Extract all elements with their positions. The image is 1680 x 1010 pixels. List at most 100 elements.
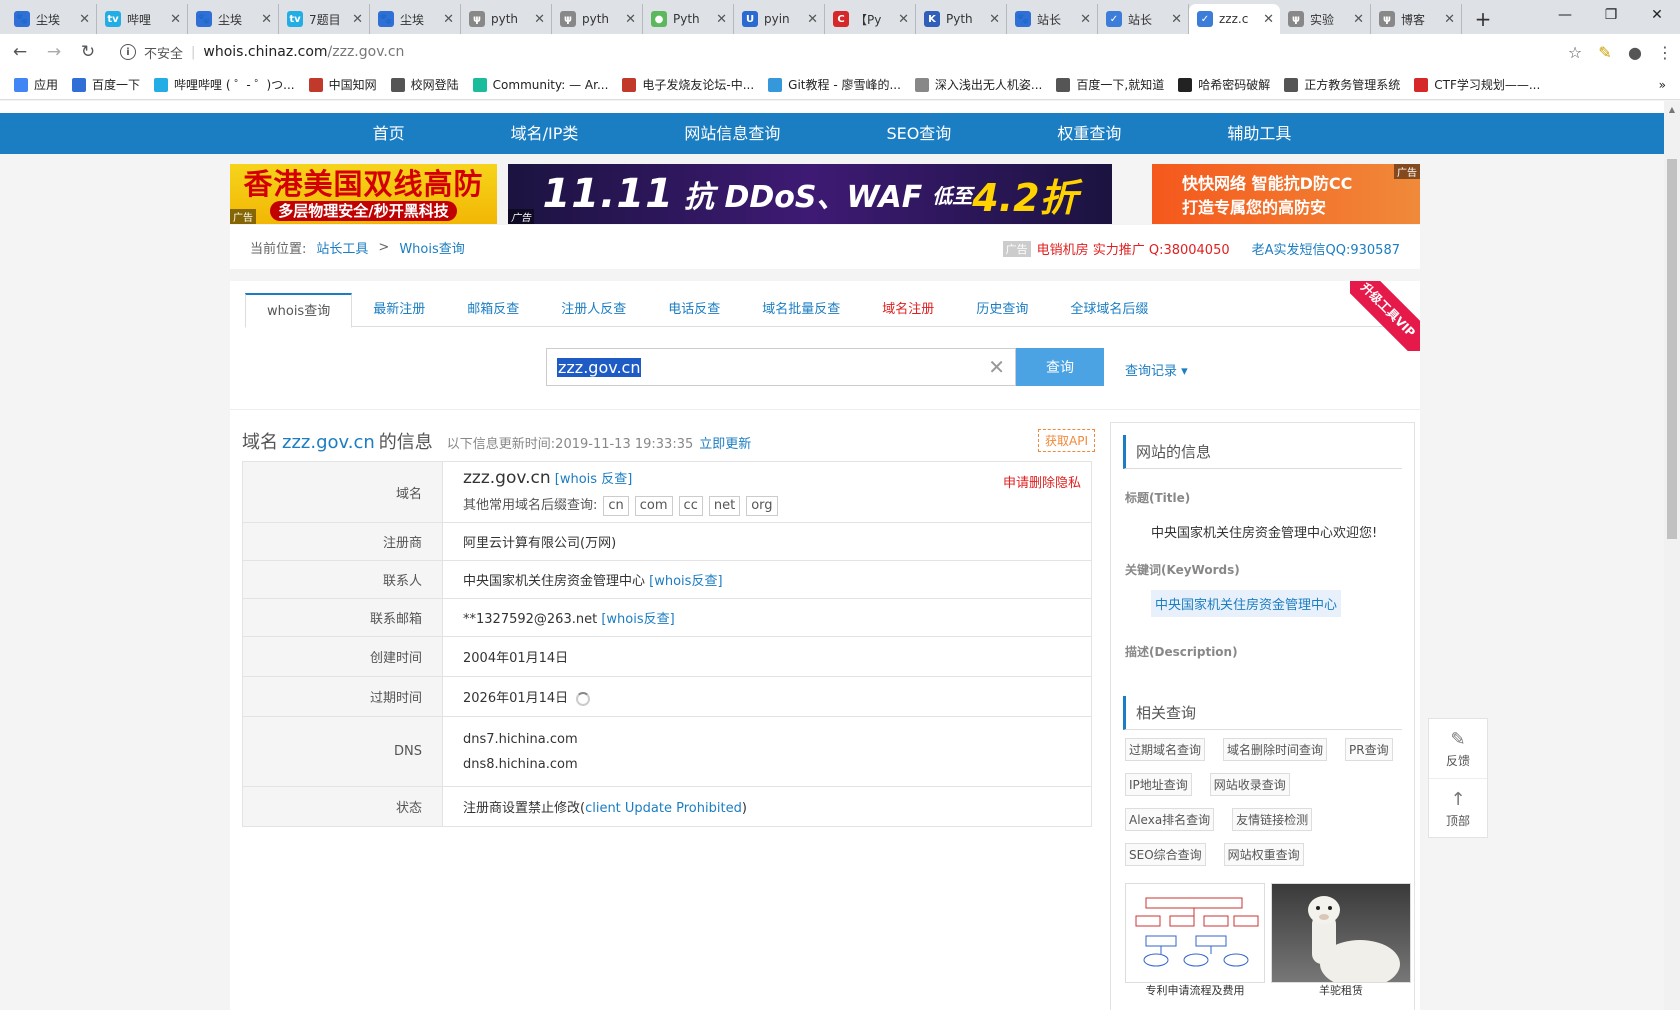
related-link[interactable]: 网站权重查询 [1223, 843, 1304, 866]
tab-close-icon[interactable]: ✕ [534, 12, 545, 27]
browser-tab[interactable]: tv 7题目 ✕ [279, 4, 370, 34]
related-link[interactable]: Alexa排名查询 [1125, 808, 1215, 831]
email-whois-reverse-link[interactable]: [whois反查] [601, 612, 674, 627]
tab-close-icon[interactable]: ✕ [1353, 12, 1364, 27]
related-link[interactable]: 网站收录查询 [1209, 773, 1290, 796]
breadcrumb-current[interactable]: Whois查询 [399, 238, 464, 257]
tab-close-icon[interactable]: ✕ [79, 12, 90, 27]
subtab[interactable]: 注册人反查 [540, 293, 647, 327]
extension-icon[interactable]: ✎ [1590, 38, 1620, 66]
vip-ribbon[interactable]: 升级工具VIP [1350, 281, 1420, 351]
tab-close-icon[interactable]: ✕ [170, 12, 181, 27]
related-link[interactable]: 友情链接检测 [1232, 808, 1313, 831]
tab-close-icon[interactable]: ✕ [807, 12, 818, 27]
browser-tab[interactable]: K Pyth ✕ [916, 4, 1007, 34]
tab-close-icon[interactable]: ✕ [1080, 12, 1091, 27]
minimize-button[interactable]: — [1542, 0, 1588, 30]
search-button[interactable]: 查询 [1016, 348, 1104, 386]
scroll-thumb[interactable] [1667, 159, 1677, 539]
page-scrollbar[interactable]: ▲ [1664, 101, 1680, 1010]
thumb-alpaca[interactable]: 羊驼租赁 [1271, 883, 1411, 999]
promo-red-link[interactable]: 电销机房 实力推广 Q:38004050 [1037, 239, 1230, 258]
browser-tab[interactable]: ψ pyth ✕ [461, 4, 552, 34]
nav-item[interactable]: SEO查询 [833, 113, 1004, 154]
suffix-link[interactable]: cn [603, 496, 629, 516]
browser-tab[interactable]: ψ pyth ✕ [552, 4, 643, 34]
subtab[interactable]: 电话反查 [647, 293, 741, 327]
bookmark-item[interactable]: CTF学习规划——... [1414, 76, 1540, 93]
bookmarks-overflow-icon[interactable]: » [1659, 78, 1666, 92]
feedback-button[interactable]: ✎ 反馈 [1429, 719, 1487, 779]
subtab[interactable]: 历史查询 [955, 293, 1049, 327]
browser-tab[interactable]: C 【Py ✕ [825, 4, 916, 34]
subtab[interactable]: 域名批量反查 [741, 293, 861, 327]
related-link[interactable]: SEO综合查询 [1125, 843, 1206, 866]
subtab[interactable]: 域名注册 [861, 293, 955, 327]
update-now-link[interactable]: 立即更新 [699, 433, 751, 452]
bookmark-item[interactable]: 电子发烧友论坛-中... [622, 76, 754, 93]
profile-avatar-icon[interactable]: ● [1620, 38, 1650, 66]
bookmark-item[interactable]: 哔哩哔哩 ( ゜- ゜)つ... [154, 76, 295, 93]
bookmark-item[interactable]: Git教程 - 廖雪峰的... [768, 76, 901, 93]
tab-close-icon[interactable]: ✕ [1444, 12, 1455, 27]
thumb-patent[interactable]: 专利申请流程及费用 [1125, 883, 1265, 999]
tab-close-icon[interactable]: ✕ [625, 12, 636, 27]
tab-close-icon[interactable]: ✕ [1171, 12, 1182, 27]
suffix-link[interactable]: net [708, 496, 741, 516]
suffix-link[interactable]: com [634, 496, 673, 516]
nav-item[interactable]: 首页 [320, 113, 458, 154]
tab-close-icon[interactable]: ✕ [989, 12, 1000, 27]
bookmark-item[interactable]: 应用 [14, 76, 58, 93]
browser-tab[interactable]: ✓ 站长 ✕ [1098, 4, 1189, 34]
related-link[interactable]: 域名删除时间查询 [1223, 738, 1328, 761]
browser-tab[interactable]: ψ 实验 ✕ [1280, 4, 1371, 34]
tab-close-icon[interactable]: ✕ [1263, 12, 1274, 27]
subtab[interactable]: 邮箱反查 [446, 293, 540, 327]
subtab[interactable]: whois查询 [245, 293, 353, 328]
subtab[interactable]: 最新注册 [352, 293, 446, 327]
info-icon[interactable]: i [120, 44, 136, 60]
bookmark-item[interactable]: 百度一下,就知道 [1056, 76, 1164, 93]
browser-tab[interactable]: ● Pyth ✕ [643, 4, 734, 34]
domain-whois-reverse-link[interactable]: [whois 反查] [555, 472, 633, 487]
breadcrumb-link-tools[interactable]: 站长工具 [316, 238, 368, 257]
suffix-link[interactable]: cc [678, 496, 703, 516]
ad-banner-kuaikuai[interactable]: 快快网络 智能抗D防CC 打造专属您的高防安 广告 [1152, 164, 1420, 224]
subtab[interactable]: 全球域名后缀 [1049, 293, 1169, 327]
clear-icon[interactable]: ✕ [988, 355, 1005, 379]
nav-item[interactable]: 域名/IP类 [458, 113, 632, 154]
browser-tab[interactable]: 🐾 站长 ✕ [1007, 4, 1098, 34]
bookmark-item[interactable]: 校网登陆 [390, 76, 459, 93]
tab-close-icon[interactable]: ✕ [443, 12, 454, 27]
tab-close-icon[interactable]: ✕ [898, 12, 909, 27]
bookmark-item[interactable]: Community: — Ar... [472, 77, 608, 92]
bookmark-item[interactable]: 哈希密码破解 [1178, 76, 1270, 93]
contact-whois-reverse-link[interactable]: [whois反查] [649, 574, 722, 589]
maximize-button[interactable]: ❐ [1588, 0, 1634, 30]
ad-banner-ddos[interactable]: 11.11 抗 DDoS、WAF 低至 4.2折 广告 [508, 164, 1112, 224]
browser-tab[interactable]: ✓ zzz.c ✕ [1189, 4, 1280, 34]
scroll-up-icon[interactable]: ▲ [1664, 101, 1680, 117]
ad-banner-hk-us[interactable]: 香港美国双线高防 多层物理安全/秒开黑科技 广告 [230, 164, 497, 224]
bookmark-item[interactable]: 中国知网 [308, 76, 377, 93]
bookmark-item[interactable]: 百度一下 [72, 76, 140, 93]
status-link[interactable]: client Update Prohibited [585, 801, 742, 816]
back-button[interactable]: ← [6, 38, 34, 66]
nav-item[interactable]: 权重查询 [1004, 113, 1174, 154]
bookmark-item[interactable]: 深入浅出无人机姿... [914, 76, 1042, 93]
related-link[interactable]: PR查询 [1345, 738, 1393, 761]
bookmark-item[interactable]: 正方教务管理系统 [1284, 76, 1400, 93]
tab-close-icon[interactable]: ✕ [716, 12, 727, 27]
browser-tab[interactable]: tv 哔哩 ✕ [97, 4, 188, 34]
promo-blue-link[interactable]: 老A实发短信QQ:930587 [1252, 239, 1400, 258]
suffix-link[interactable]: org [746, 496, 778, 516]
keywords-value[interactable]: 中央国家机关住房资金管理中心 [1151, 590, 1342, 617]
related-link[interactable]: 过期域名查询 [1125, 738, 1206, 761]
browser-tab[interactable]: ψ 博客 ✕ [1371, 4, 1462, 34]
privacy-delete-link[interactable]: 申请删除隐私 [1003, 472, 1081, 491]
back-to-top-button[interactable]: ↑ 顶部 [1429, 779, 1487, 839]
get-api-button[interactable]: 获取API [1038, 429, 1095, 452]
bookmark-star-icon[interactable]: ☆ [1560, 38, 1590, 66]
close-window-button[interactable]: ✕ [1634, 0, 1680, 30]
address-bar[interactable]: i 不安全 | whois.chinaz.com /zzz.gov.cn [112, 38, 1560, 66]
